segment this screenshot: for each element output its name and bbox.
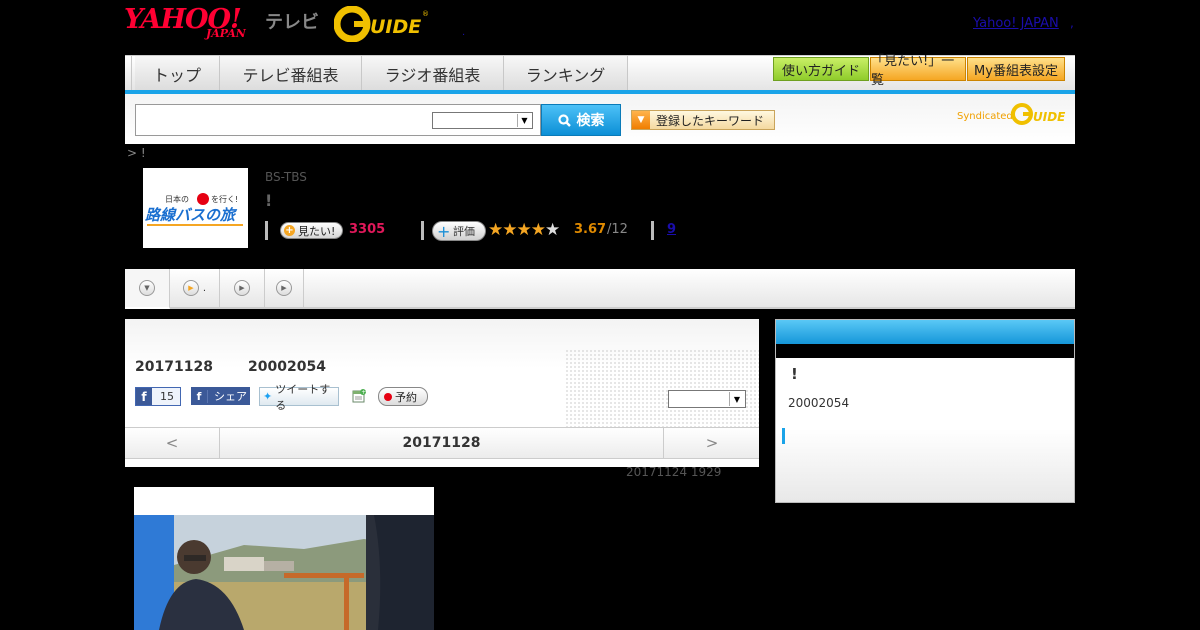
star-icon: ★ — [516, 220, 532, 240]
tv-logo[interactable]: テレビ — [265, 8, 319, 34]
svg-text:UIDE: UIDE — [1033, 110, 1066, 124]
thumb-text-big: 路線バスの旅 — [145, 206, 238, 224]
plus-icon: + — [437, 221, 451, 241]
side-panel-band — [776, 344, 1074, 358]
nav-tab-tv-listings[interactable]: テレビ番組表 — [220, 56, 362, 91]
mitai-button-label: 見たい! — [298, 224, 336, 238]
saved-keywords-label: 登録したキーワード — [656, 113, 765, 128]
facebook-like-count: 15 — [160, 390, 174, 403]
episode-id: 20002054 — [248, 359, 326, 375]
yahoo-japan-link[interactable]: Yahoo! JAPAN — [973, 16, 1059, 31]
next-date-button[interactable]: > — [663, 428, 760, 458]
star-icon: ★ — [530, 220, 546, 240]
chevron-down-icon: ▼ — [517, 114, 531, 127]
reserve-button[interactable]: 予約 — [378, 387, 428, 406]
search-icon — [557, 113, 571, 127]
svg-text:+: + — [361, 389, 366, 396]
channel-name[interactable]: BS-TBS — [265, 170, 307, 184]
tweet-button[interactable]: ✦ ツイートする — [259, 383, 339, 412]
main-nav: トップ テレビ番組表 ラジオ番組表 ランキング 使い方ガイド 「見たい!」一覧 … — [125, 54, 1075, 91]
header-dot: . — [462, 27, 466, 38]
mitai-button[interactable]: + 見たい! — [280, 222, 343, 239]
chevron-down-icon: ▼ — [139, 280, 155, 296]
mitai-list-button[interactable]: 「見たい!」一覧 — [870, 54, 966, 88]
calendar-add-icon[interactable]: + — [351, 388, 367, 404]
play-icon: ▶ — [276, 280, 292, 296]
chevron-down-icon: ▼ — [729, 392, 744, 406]
play-icon: ▶ — [182, 280, 199, 296]
side-marker — [782, 428, 785, 444]
side-panel: ! 20002054 — [775, 319, 1075, 503]
svg-text:UIDE: UIDE — [370, 16, 421, 38]
program-thumbnail[interactable]: 日本の を行く! 路線バスの旅 — [143, 168, 248, 248]
rate-button-label: 評価 — [453, 225, 475, 238]
plus-icon: + — [284, 225, 295, 236]
nav-tab-ranking[interactable]: ランキング — [504, 56, 628, 91]
air-date: 20171128 — [135, 359, 213, 375]
twitter-bird-icon: ✦ — [263, 390, 273, 403]
divider — [265, 221, 268, 240]
episode-header: 20171128 20002054 f 15 f シェア ✦ ツイートする + — [125, 319, 759, 429]
facebook-icon: f — [191, 389, 208, 403]
facebook-share-button[interactable]: f シェア — [191, 387, 250, 405]
review-count-link[interactable]: 9 — [667, 222, 676, 237]
content-tabs: ▼ ▶ . ▶ ▶ — [125, 269, 1075, 309]
search-area: ▼ 検索 ▼ 登録したキーワード Syndicated UIDE — [125, 94, 1075, 144]
gguide-logo[interactable]: UIDE ® — [333, 5, 429, 43]
episode-photo — [134, 487, 434, 630]
tab-info[interactable]: ▼ — [125, 269, 170, 309]
saved-keywords-button[interactable]: ▼ 登録したキーワード — [631, 110, 775, 130]
rating-stars: ★★★★★ — [488, 220, 560, 240]
program-title: ! — [265, 191, 273, 210]
syndicated-gguide-logo: UIDE — [1011, 102, 1069, 126]
thumb-text-mid: を行く! — [211, 194, 238, 204]
updated-timestamp: 20171124 1929 — [626, 465, 722, 479]
rating-value: 3.67 — [574, 222, 607, 237]
side-title: ! — [791, 365, 798, 383]
search-button-label: 検索 — [576, 113, 605, 129]
search-category-select[interactable]: ▼ — [432, 112, 533, 129]
current-date: 20171128 — [402, 435, 481, 451]
reserve-label: 予約 — [395, 390, 417, 404]
rate-button[interactable]: + 評価 — [432, 221, 486, 241]
date-navigator: < 20171128 > — [125, 427, 759, 459]
episode-select[interactable]: ▼ — [668, 390, 746, 408]
tab-episodes[interactable]: ▶ . — [170, 269, 220, 307]
yahoo-japan-sublogo: JAPAN — [206, 27, 246, 40]
episode-panel: 20171128 20002054 f 15 f シェア ✦ ツイートする + — [125, 319, 759, 467]
dot-pattern — [565, 349, 759, 429]
mitai-count: 3305 — [349, 222, 386, 237]
header-link-dot: , — [1070, 16, 1074, 30]
facebook-like-button[interactable]: f 15 — [135, 387, 181, 406]
tab-more[interactable]: ▶ — [265, 269, 304, 307]
facebook-share-label: シェア — [214, 390, 247, 403]
side-episode-id: 20002054 — [788, 396, 850, 410]
star-icon: ★ — [488, 220, 503, 240]
breadcrumb[interactable]: > ! — [127, 146, 146, 160]
star-icon: ★ — [502, 220, 517, 240]
thumb-text-small: 日本の — [165, 194, 189, 204]
syndicated-label: Syndicated — [957, 111, 1013, 122]
divider — [421, 221, 424, 240]
tab-reviews[interactable]: ▶ — [220, 269, 265, 307]
tab-label: . — [202, 282, 207, 294]
nav-tab-top[interactable]: トップ — [135, 56, 220, 91]
dropdown-arrow-icon: ▼ — [632, 111, 650, 129]
play-icon: ▶ — [234, 280, 250, 296]
divider — [651, 221, 654, 240]
prev-date-button[interactable]: < — [125, 428, 220, 458]
rating-count: /12 — [607, 222, 628, 237]
record-icon — [384, 392, 392, 401]
facebook-icon: f — [136, 388, 152, 405]
side-panel-header — [776, 320, 1074, 344]
guide-button[interactable]: 使い方ガイド — [773, 57, 869, 81]
my-listings-button[interactable]: My番組表設定 — [967, 57, 1065, 81]
star-icon: ★ — [545, 220, 560, 240]
search-button[interactable]: 検索 — [541, 104, 621, 136]
svg-text:®: ® — [422, 10, 429, 18]
nav-tab-radio-listings[interactable]: ラジオ番組表 — [362, 56, 504, 91]
tweet-label: ツイートする — [275, 382, 331, 412]
